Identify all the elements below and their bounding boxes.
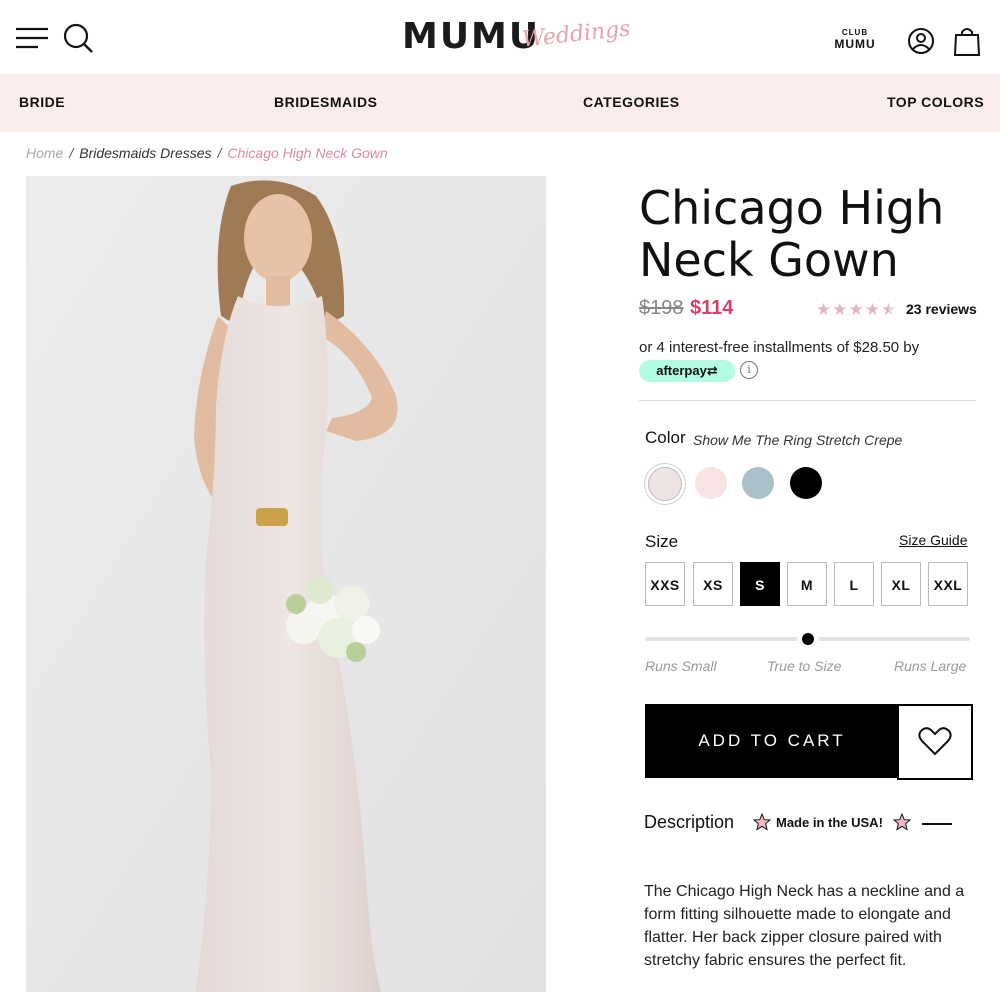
size-button-xxl[interactable]: XXL bbox=[928, 562, 968, 606]
club-label-big: MUMU bbox=[834, 37, 876, 51]
heart-icon bbox=[918, 727, 952, 756]
section-divider bbox=[639, 400, 976, 401]
nav-item-categories[interactable]: CATEGORIES bbox=[583, 94, 680, 110]
fit-scale-marker bbox=[802, 633, 814, 645]
product-main-image[interactable] bbox=[26, 176, 546, 992]
size-button-xs[interactable]: XS bbox=[693, 562, 733, 606]
swatch-show-me-the-ring[interactable] bbox=[648, 467, 682, 501]
breadcrumb-bridesmaids-dresses[interactable]: Bridesmaids Dresses bbox=[79, 145, 211, 161]
wishlist-button[interactable] bbox=[897, 704, 973, 780]
nav-item-top-colors[interactable]: TOP COLORS bbox=[887, 94, 984, 110]
fit-label-runs-small: Runs Small bbox=[645, 658, 717, 674]
product-title: Chicago High Neck Gown bbox=[639, 181, 945, 287]
size-label: Size bbox=[645, 532, 679, 551]
made-in-usa-label: Made in the USA! bbox=[776, 815, 883, 830]
club-mumu-link[interactable]: CLUB MUMU bbox=[832, 28, 878, 56]
breadcrumb-separator: / bbox=[69, 145, 74, 161]
original-price: $198 bbox=[639, 297, 684, 319]
breadcrumb-separator: / bbox=[217, 145, 222, 161]
breadcrumb: Home / Bridesmaids Dresses / Chicago High Ne… bbox=[26, 145, 388, 161]
collapse-icon[interactable] bbox=[922, 823, 952, 825]
swatch-dusty-blue[interactable] bbox=[742, 467, 774, 499]
info-icon[interactable]: i bbox=[740, 361, 758, 379]
logo-wordmark: MUMU bbox=[402, 16, 541, 57]
hamburger-menu-icon[interactable] bbox=[14, 22, 50, 52]
description-label[interactable]: Description bbox=[644, 812, 734, 833]
sale-price: $114 bbox=[690, 297, 734, 319]
search-icon[interactable] bbox=[60, 20, 96, 56]
breadcrumb-home[interactable]: Home bbox=[26, 145, 63, 161]
fit-label-true-to-size: True to Size bbox=[767, 658, 842, 674]
breadcrumb-current: Chicago High Neck Gown bbox=[227, 145, 388, 161]
main-navigation: BRIDE BRIDESMAIDS CATEGORIES TOP COLORS bbox=[0, 74, 1000, 132]
site-header: MUMU Weddings CLUB MUMU bbox=[0, 0, 1000, 74]
size-guide-link[interactable]: Size Guide bbox=[899, 532, 967, 548]
star-icon bbox=[752, 812, 772, 831]
size-button-xxs[interactable]: XXS bbox=[645, 562, 685, 606]
rating-stars: ★★★★★ bbox=[816, 300, 898, 319]
reviews-link[interactable]: 23 reviews bbox=[906, 301, 977, 317]
nav-item-bride[interactable]: BRIDE bbox=[19, 94, 65, 110]
afterpay-badge[interactable]: afterpay⇄ bbox=[639, 360, 735, 382]
club-label-small: CLUB bbox=[841, 28, 869, 37]
swatch-blush[interactable] bbox=[695, 467, 727, 499]
swatch-black[interactable] bbox=[790, 467, 822, 499]
size-button-xl[interactable]: XL bbox=[881, 562, 921, 606]
fit-label-runs-large: Runs Large bbox=[894, 658, 967, 674]
size-button-s[interactable]: S bbox=[740, 562, 780, 606]
nav-item-bridesmaids[interactable]: BRIDESMAIDS bbox=[274, 94, 378, 110]
add-to-cart-button[interactable]: ADD TO CART bbox=[645, 704, 899, 778]
star-icon bbox=[892, 812, 912, 831]
shopping-bag-icon[interactable] bbox=[950, 24, 984, 58]
description-text: The Chicago High Neck has a neckline and… bbox=[644, 883, 965, 969]
color-value: Show Me The Ring Stretch Crepe bbox=[693, 432, 903, 448]
size-button-m[interactable]: M bbox=[787, 562, 827, 606]
account-icon[interactable] bbox=[904, 24, 938, 58]
size-button-l[interactable]: L bbox=[834, 562, 874, 606]
color-label: Color bbox=[645, 428, 686, 447]
site-logo[interactable]: MUMU Weddings bbox=[402, 10, 632, 62]
installments-text: or 4 interest-free installments of $28.5… bbox=[639, 339, 920, 356]
